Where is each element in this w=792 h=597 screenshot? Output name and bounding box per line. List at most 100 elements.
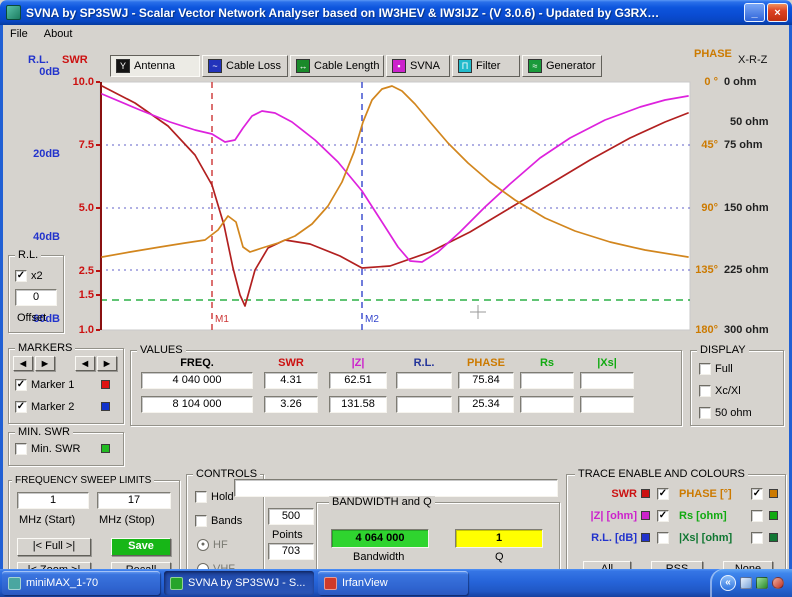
marker2-next-button[interactable]: ►: [97, 356, 117, 371]
full-span-button[interactable]: |< Full >|: [17, 538, 91, 556]
deg-tick-45: 45°: [692, 139, 718, 151]
m1-z-field[interactable]: 62.51: [329, 372, 387, 389]
hide-icons-button[interactable]: «: [720, 575, 736, 591]
trace-group: TRACE ENABLE AND COLOURS SWR ✓ PHASE [°]…: [566, 474, 786, 583]
trace-phase-checkbox[interactable]: ✓: [751, 488, 763, 500]
m2-rs-field[interactable]: [520, 396, 574, 413]
taskbar: miniMAX_1-70 SVNA by SP3SWJ - S... Irfan…: [0, 569, 792, 597]
status-tray-icon[interactable]: [772, 577, 784, 589]
values-header-rl: R.L.: [396, 357, 452, 369]
trace-z-swatch[interactable]: [641, 511, 650, 520]
menu-file[interactable]: File: [3, 27, 35, 41]
save-button[interactable]: Save: [111, 538, 171, 556]
m2-freq-field[interactable]: 8 104 000: [141, 396, 253, 413]
trace-rs-swatch[interactable]: [769, 511, 778, 520]
trace-phase-swatch[interactable]: [769, 489, 778, 498]
trace-rl-swatch[interactable]: [641, 533, 650, 542]
m1-swr-field[interactable]: 4.31: [264, 372, 318, 389]
command-input[interactable]: [234, 479, 558, 497]
titlebar[interactable]: SVNA by SP3SWJ - Scalar Vector Network A…: [0, 0, 792, 25]
bandwidth-field[interactable]: 4 064 000: [331, 529, 429, 548]
display-xcxl-checkbox[interactable]: [699, 385, 711, 397]
marker1-checkbox[interactable]: ✓: [15, 379, 27, 391]
markers-group: MARKERS ◄ ► ◄ ► ✓ Marker 1 ✓ Marker 2: [8, 348, 124, 424]
sweep-start-field[interactable]: 1: [17, 492, 89, 509]
m1-xs-field[interactable]: [580, 372, 634, 389]
sweep-stop-field[interactable]: 17: [97, 492, 171, 509]
display-50ohm-label: 50 ohm: [715, 407, 752, 419]
swr-tick-5: 5.0: [60, 202, 94, 214]
display-full-checkbox[interactable]: [699, 363, 711, 375]
hf-radio[interactable]: ●: [197, 539, 209, 551]
deg-tick-135: 135°: [692, 264, 718, 276]
m1-phase-field[interactable]: 75.84: [458, 372, 514, 389]
rl-group-title: R.L.: [15, 249, 41, 262]
min-swr-color-swatch: [101, 444, 110, 453]
marker1-prev-button[interactable]: ◄: [13, 356, 33, 371]
tab-svna-label: SVNA: [410, 60, 440, 72]
app-icon: [6, 5, 21, 20]
m2-z-field[interactable]: 131.58: [329, 396, 387, 413]
swr-tick-2-5: 2.5: [60, 265, 94, 277]
tab-generator[interactable]: ≈ Generator: [522, 55, 602, 77]
values-header-swr: SWR: [264, 357, 318, 369]
shield-tray-icon[interactable]: [756, 577, 768, 589]
x2-checkbox[interactable]: ✓: [15, 270, 27, 282]
min-swr-checkbox[interactable]: [15, 443, 27, 455]
taskbar-item-minimax[interactable]: miniMAX_1-70: [2, 571, 160, 595]
trace-xs-swatch[interactable]: [769, 533, 778, 542]
values-header-xs: |Xs|: [580, 357, 634, 369]
menu-about[interactable]: About: [37, 27, 80, 41]
trace-swr-checkbox[interactable]: ✓: [657, 488, 669, 500]
irfanview-icon: [324, 577, 337, 590]
rl-axis-label: R.L.: [28, 54, 49, 66]
trace-xs-checkbox[interactable]: [751, 532, 763, 544]
filter-icon: Π: [458, 59, 472, 73]
trace-rs-checkbox[interactable]: [751, 510, 763, 522]
display-xcxl-label: Xc/Xl: [715, 385, 741, 397]
m2-xs-field[interactable]: [580, 396, 634, 413]
trace-phase-label: PHASE [°]: [679, 488, 745, 500]
trace-z-checkbox[interactable]: ✓: [657, 510, 669, 522]
menubar: File About: [3, 25, 789, 42]
m1-rs-field[interactable]: [520, 372, 574, 389]
display-50ohm-checkbox[interactable]: [699, 407, 711, 419]
phase-axis-label: PHASE: [694, 48, 732, 60]
marker2-checkbox[interactable]: ✓: [15, 401, 27, 413]
m2-rl-field[interactable]: [396, 396, 452, 413]
q-label: Q: [495, 551, 504, 563]
rl-offset-field[interactable]: 0: [15, 289, 57, 306]
minimize-button[interactable]: _: [744, 3, 765, 22]
tab-cable-length[interactable]: ↔ Cable Length: [290, 55, 384, 77]
hf-label: HF: [213, 539, 228, 551]
sweep-chart[interactable]: M1M2: [96, 80, 692, 332]
points-field[interactable]: 500: [268, 508, 314, 525]
m2-swr-field[interactable]: 3.26: [264, 396, 318, 413]
hold-checkbox[interactable]: [195, 491, 207, 503]
tab-antenna[interactable]: Y Antenna: [110, 55, 200, 77]
m1-freq-field[interactable]: 4 040 000: [141, 372, 253, 389]
antenna-icon: Y: [116, 59, 130, 73]
bands-checkbox[interactable]: [195, 515, 207, 527]
trace-rl-checkbox[interactable]: [657, 532, 669, 544]
trace-swr-swatch[interactable]: [641, 489, 650, 498]
offset-label: Offset: [17, 312, 46, 324]
svg-text:M1: M1: [215, 314, 229, 325]
points-alt-field[interactable]: 703: [268, 543, 314, 560]
display-tray-icon[interactable]: [740, 577, 752, 589]
m1-rl-field[interactable]: [396, 372, 452, 389]
trace-z-label: |Z| [ohm]: [571, 510, 637, 522]
tab-cable-loss[interactable]: ~ Cable Loss: [202, 55, 288, 77]
desktop: SVNA by SP3SWJ - Scalar Vector Network A…: [0, 0, 792, 597]
taskbar-item-irfanview[interactable]: IrfanView: [318, 571, 468, 595]
ohm-tick-300: 300 ohm: [724, 324, 769, 336]
tab-svna[interactable]: ▪ SVNA: [386, 55, 450, 77]
q-field[interactable]: 1: [455, 529, 543, 548]
close-button[interactable]: ×: [767, 3, 788, 22]
taskbar-item-svna[interactable]: SVNA by SP3SWJ - S...: [164, 571, 314, 595]
tab-filter[interactable]: Π Filter: [452, 55, 520, 77]
marker2-prev-button[interactable]: ◄: [75, 356, 95, 371]
min-swr-label: Min. SWR: [31, 443, 81, 455]
m2-phase-field[interactable]: 25.34: [458, 396, 514, 413]
marker1-next-button[interactable]: ►: [35, 356, 55, 371]
